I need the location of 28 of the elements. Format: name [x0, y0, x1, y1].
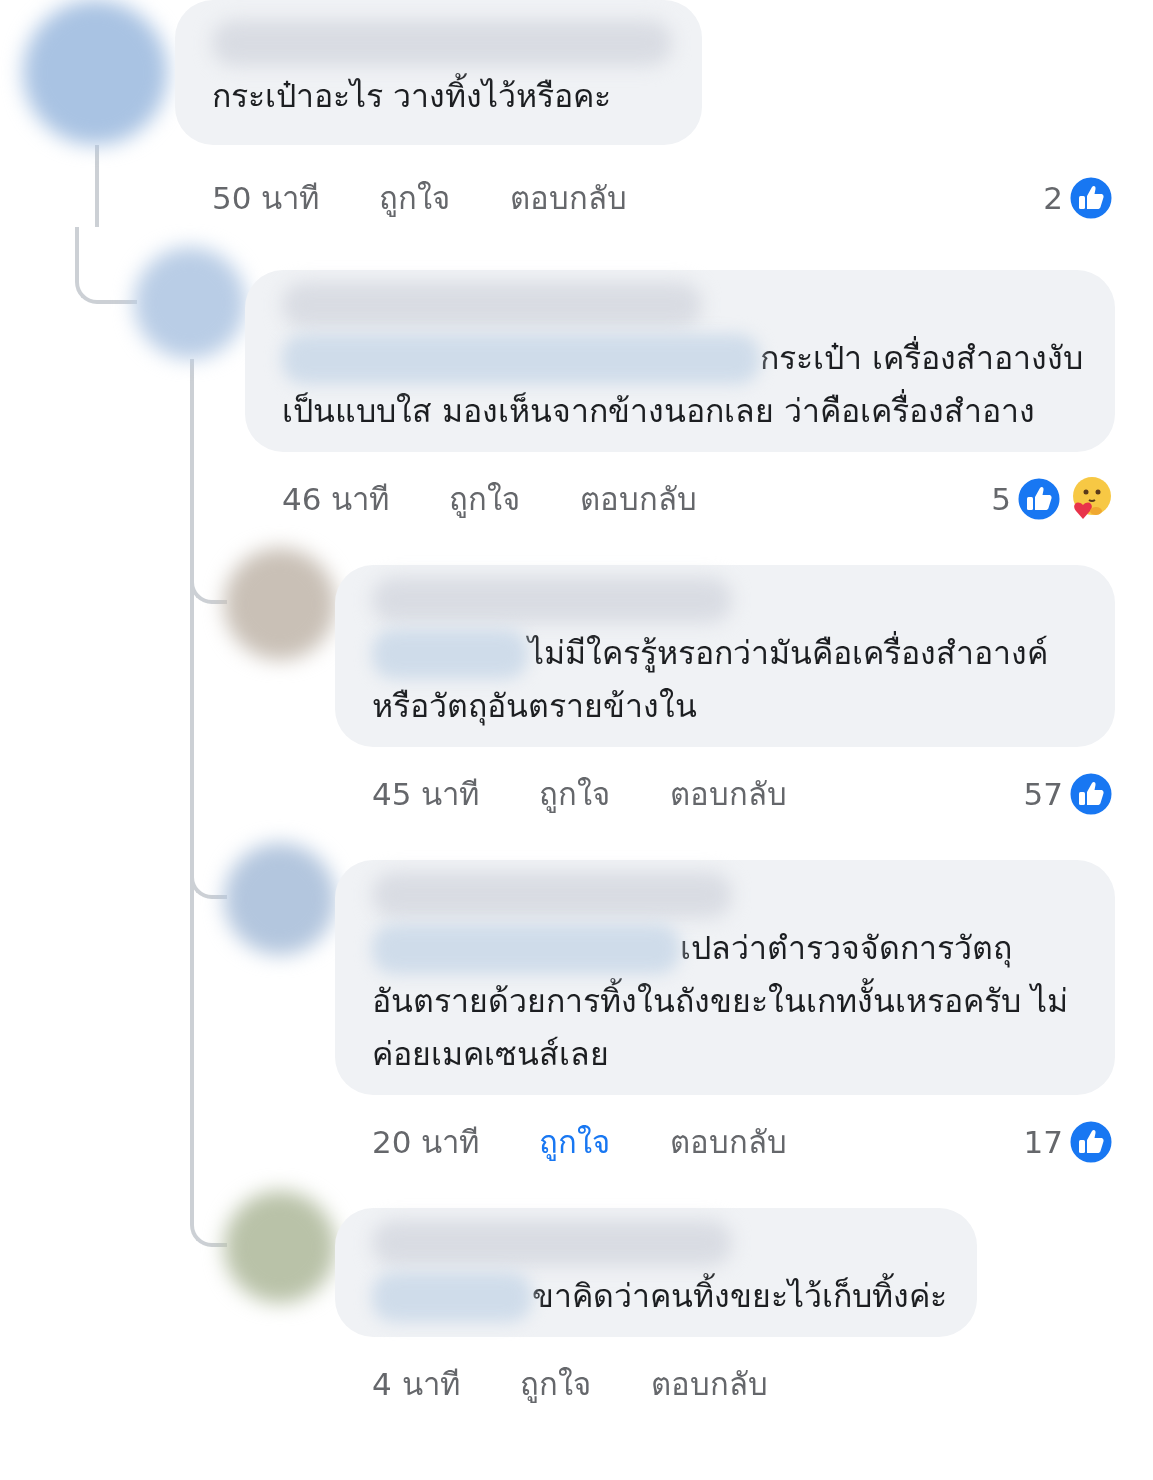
comment-time: 50 นาที: [212, 178, 320, 218]
like-link[interactable]: ถูกใจ: [519, 1360, 591, 1408]
thumbs-up-icon: [1067, 174, 1115, 222]
reaction-count: 57: [1023, 774, 1063, 814]
like-link[interactable]: ถูกใจ: [539, 770, 611, 818]
reply-link[interactable]: ตอบกลับ: [510, 174, 628, 222]
reply-link[interactable]: ตอบกลับ: [670, 1118, 788, 1166]
thumbs-up-icon: [1015, 475, 1063, 523]
reaction-count: 2: [1043, 178, 1063, 218]
thumbs-up-icon: [1067, 770, 1115, 818]
reaction-count: 17: [1023, 1122, 1063, 1162]
comment-text: ไม่มีใครรู้หรอกว่ามันคือเครื่องสำอางค์หรือวัตถุอันตรายข้างใน: [372, 627, 1085, 733]
comment-text: ขาคิดว่าคนทิ้งขยะไว้เก็บทิ้งค่ะ: [372, 1270, 947, 1323]
comment-text: เปลว่าตำรวจจัดการวัตถุอันตรายด้วยการทิ้งในถังขยะในเกทงั้นเหรอครับ ไม่ค่อยเมคเซนส์เลย: [372, 922, 1085, 1081]
reply-link[interactable]: ตอบกลับ: [580, 475, 698, 523]
comment-time: 4 นาที: [372, 1364, 460, 1404]
comment-time: 46 นาที: [282, 479, 390, 519]
reaction-count: 5: [991, 479, 1011, 519]
comment-time: 45 นาที: [372, 774, 480, 814]
like-link[interactable]: ถูกใจ: [379, 174, 451, 222]
thumbs-up-icon: [1067, 1118, 1115, 1166]
comment-time: 20 นาที: [372, 1122, 480, 1162]
reply-link[interactable]: ตอบกลับ: [670, 770, 788, 818]
like-link[interactable]: ถูกใจ: [539, 1118, 611, 1166]
like-link[interactable]: ถูกใจ: [449, 475, 521, 523]
reply-link[interactable]: ตอบกลับ: [650, 1360, 768, 1408]
comment-text: กระเป๋าอะไร วางทิ้งไว้หรือคะ: [212, 70, 672, 123]
comment-text: กระเป๋า เครื่องสำอางงับ เป็นแบบใส มองเห็นจากข้างนอกเลย ว่าคือเครื่องสำอาง: [282, 332, 1085, 438]
